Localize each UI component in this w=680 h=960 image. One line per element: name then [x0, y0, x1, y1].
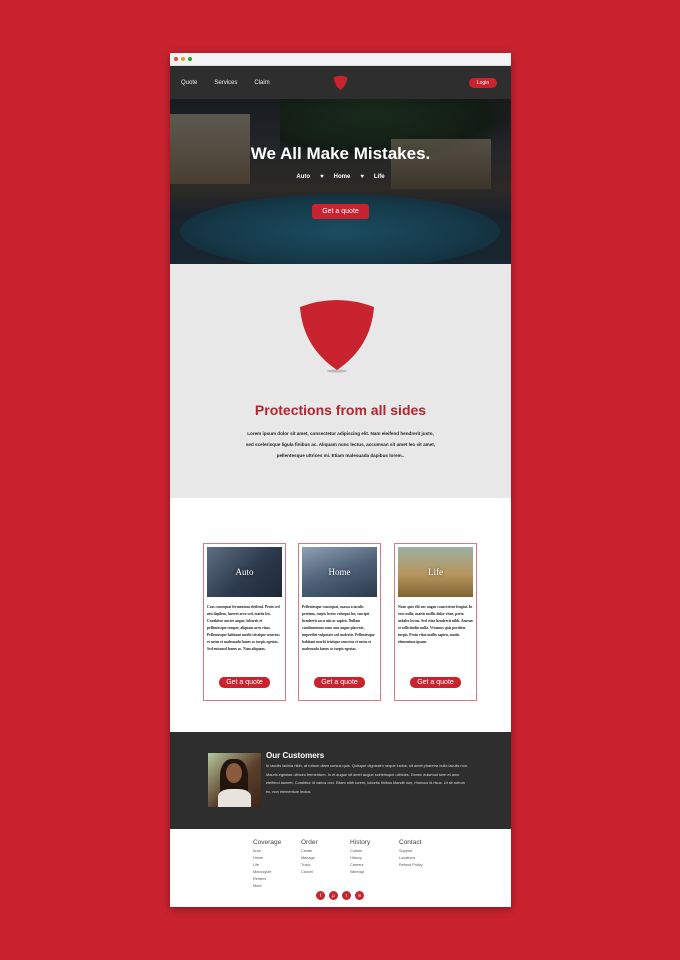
window-chrome — [170, 53, 511, 66]
card-title: Auto — [235, 567, 254, 577]
footer-column-order: Order Create Manage Track Cancel — [301, 839, 318, 876]
footer: Coverage Auto Home Life Motorcycle Rente… — [170, 829, 511, 907]
footer-link[interactable]: Manage — [301, 855, 318, 862]
nav-link-quote[interactable]: Quote — [181, 80, 197, 86]
footer-heading: History — [350, 839, 371, 846]
browser-window: Quote Services Claim Login We All Make M… — [170, 53, 511, 907]
card-auto: Auto Cras consequat fermentum eleifend. … — [203, 543, 286, 701]
protection-line: sed scelerisque ligula finibus ac. Aliqu… — [245, 442, 436, 447]
customers-title: Our Customers — [266, 751, 325, 760]
protection-section: Protections from all sides Lorem ipsum d… — [170, 264, 511, 498]
card-text: Nunc quis elit nec augue consectetur feu… — [398, 605, 473, 644]
footer-link[interactable]: Home — [253, 855, 281, 862]
customers-text: In iaculis lacinia nibh, at rutrum diam … — [266, 763, 468, 794]
card-life: Life Nunc quis elit nec augue consectetu… — [394, 543, 477, 701]
footer-heading: Order — [301, 839, 318, 846]
heart-icon: ♥ — [320, 174, 324, 180]
coverage-cards-section: Auto Cras consequat fermentum eleifend. … — [170, 498, 511, 732]
twitter-icon[interactable]: t — [342, 891, 351, 900]
footer-link[interactable]: Auto — [253, 848, 281, 855]
maximize-dot[interactable] — [188, 57, 192, 61]
close-dot[interactable] — [174, 57, 178, 61]
linkedin-icon[interactable]: in — [355, 891, 364, 900]
footer-link[interactable]: Support — [399, 848, 422, 855]
login-button[interactable]: Login — [469, 78, 497, 88]
card-home-image: Home — [302, 547, 377, 597]
footer-link[interactable]: Track — [301, 862, 318, 869]
footer-link[interactable]: Culture — [350, 848, 370, 855]
nav-link-services[interactable]: Services — [214, 80, 237, 86]
hero-title: We All Make Mistakes. — [250, 144, 431, 163]
footer-link[interactable]: More — [253, 883, 281, 890]
shield-icon — [300, 300, 374, 373]
footer-link[interactable]: Refund Policy — [399, 862, 422, 869]
footer-link[interactable]: Motorcycle — [253, 869, 281, 876]
customers-section: Our Customers In iaculis lacinia nibh, a… — [170, 732, 511, 829]
pinterest-icon[interactable]: p — [329, 891, 338, 900]
card-text: Cras consequat fermentum eleifend. Proin… — [207, 605, 280, 651]
hero-tab-life[interactable]: Life — [374, 174, 385, 180]
footer-link[interactable]: Careers — [350, 862, 370, 869]
hero-tabs: Auto ♥ Home ♥ Life — [170, 174, 511, 180]
footer-link[interactable]: Locations — [399, 855, 422, 862]
card-auto-image: Auto — [207, 547, 282, 597]
footer-link[interactable]: History — [350, 855, 370, 862]
card-life-quote-button[interactable]: Get a quote — [410, 677, 461, 688]
protection-title: Protections from all sides — [254, 402, 427, 418]
footer-link[interactable]: Renters — [253, 876, 281, 883]
hero-get-quote-button[interactable]: Get a quote — [312, 204, 369, 219]
facebook-icon[interactable]: f — [316, 891, 325, 900]
customer-avatar — [208, 753, 261, 807]
social-links: f p t in — [316, 891, 364, 900]
logo-shield-icon[interactable] — [332, 74, 349, 91]
avatar-shirt — [218, 789, 251, 807]
card-text: Pellentesque consequat, massa a iaculis … — [302, 605, 375, 651]
footer-column-history: History Culture History Careers Sitemap — [350, 839, 370, 876]
protection-body: Lorem ipsum dolor sit amet, consectetur … — [240, 428, 441, 461]
footer-link[interactable]: Cancel — [301, 869, 318, 876]
footer-column-coverage: Coverage Auto Home Life Motorcycle Rente… — [253, 839, 281, 890]
card-title: Life — [428, 567, 443, 577]
card-life-image: Life — [398, 547, 473, 597]
heart-icon: ♥ — [360, 174, 364, 180]
protection-line: Lorem ipsum dolor sit amet, consectetur … — [247, 431, 434, 436]
avatar-face — [226, 763, 242, 783]
footer-link[interactable]: Create — [301, 848, 318, 855]
nav-link-claim[interactable]: Claim — [254, 80, 269, 86]
card-title: Home — [328, 567, 351, 577]
footer-heading: Contact — [399, 839, 422, 846]
hero-overlay — [170, 99, 511, 264]
hero-tab-home[interactable]: Home — [334, 174, 351, 180]
footer-heading: Coverage — [253, 839, 282, 846]
footer-column-contact: Contact Support Locations Refund Policy — [399, 839, 422, 869]
top-nav: Quote Services Claim Login — [170, 66, 511, 99]
card-home-quote-button[interactable]: Get a quote — [314, 677, 365, 688]
protection-line: pellentesque ultrices mi. Etiam malesuad… — [276, 453, 405, 458]
card-auto-quote-button[interactable]: Get a quote — [219, 677, 270, 688]
hero-tab-auto[interactable]: Auto — [296, 174, 310, 180]
card-home: Home Pellentesque consequat, massa a iac… — [298, 543, 381, 701]
minimize-dot[interactable] — [181, 57, 185, 61]
footer-link[interactable]: Sitemap — [350, 869, 370, 876]
hero-section: We All Make Mistakes. Auto ♥ Home ♥ Life… — [170, 99, 511, 264]
footer-link[interactable]: Life — [253, 862, 281, 869]
